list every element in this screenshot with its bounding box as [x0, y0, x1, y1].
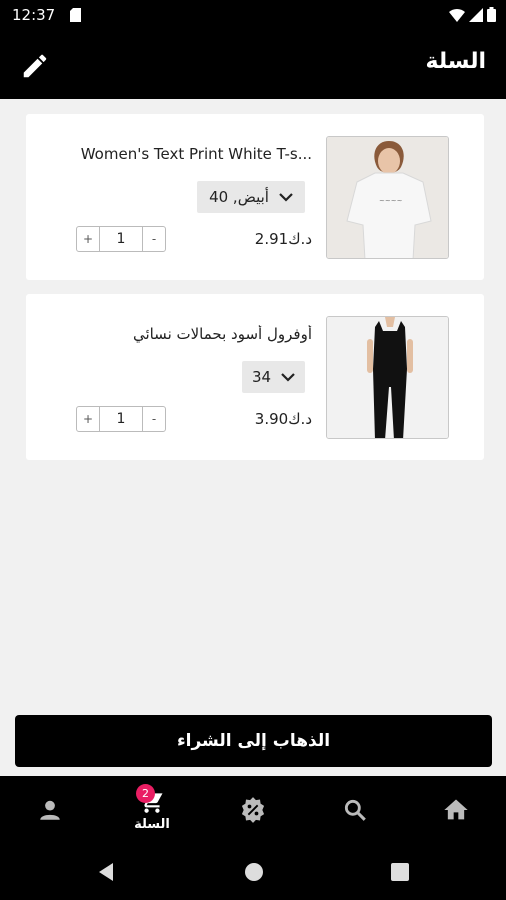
nav-home[interactable]	[406, 776, 506, 844]
home-icon	[444, 799, 468, 820]
page-title: السلة	[425, 49, 486, 74]
cart-badge: 2	[136, 784, 155, 803]
recents-icon[interactable]	[390, 862, 410, 882]
tshirt-photo: ~~~~	[327, 137, 448, 258]
quantity-stepper: + 1 -	[76, 226, 166, 252]
home-circle-icon[interactable]	[243, 861, 265, 883]
profile-icon	[40, 800, 60, 820]
decrease-quantity-button[interactable]: -	[143, 407, 165, 431]
cart-item: أوفرول أسود بحمالات نسائي 34 د.ك3.90 + 1…	[26, 294, 484, 460]
variant-selector[interactable]: أبيض, 40	[197, 181, 305, 213]
back-icon[interactable]	[95, 861, 117, 883]
edit-button[interactable]	[20, 51, 50, 81]
discount-icon	[241, 797, 265, 823]
system-navigation	[0, 844, 506, 900]
quantity-value[interactable]: 1	[99, 407, 143, 431]
product-image[interactable]	[326, 316, 449, 439]
cart-item: ~~~~ Women's Text Print White T-s... أبي…	[26, 114, 484, 280]
decrease-quantity-button[interactable]: -	[143, 227, 165, 251]
nav-search[interactable]	[305, 776, 405, 844]
increase-quantity-button[interactable]: +	[77, 407, 99, 431]
increase-quantity-button[interactable]: +	[77, 227, 99, 251]
battery-icon	[487, 7, 496, 22]
wifi-icon	[449, 8, 465, 22]
status-icons	[449, 7, 496, 22]
chevron-down-icon	[279, 193, 293, 202]
nav-profile[interactable]	[0, 776, 100, 844]
variant-selector[interactable]: 34	[242, 361, 305, 393]
overall-photo	[327, 317, 448, 438]
nav-cart-label: السلة	[134, 816, 170, 832]
product-title[interactable]: Women's Text Print White T-s...	[52, 145, 312, 163]
signal-icon	[469, 7, 483, 22]
status-bar: 12:37	[0, 0, 506, 31]
status-time: 12:37	[12, 6, 56, 24]
quantity-value[interactable]: 1	[99, 227, 143, 251]
app-bar: السلة	[0, 31, 506, 99]
chevron-down-icon	[281, 373, 295, 382]
variant-value: أبيض, 40	[209, 188, 269, 206]
product-price: د.ك2.91	[254, 230, 312, 248]
search-icon	[344, 799, 366, 821]
variant-value: 34	[251, 368, 272, 386]
bottom-navigation: 2 السلة	[0, 776, 506, 844]
product-title[interactable]: أوفرول أسود بحمالات نسائي	[52, 325, 312, 343]
quantity-stepper: + 1 -	[76, 406, 166, 432]
nav-offers[interactable]	[203, 776, 303, 844]
product-price: د.ك3.90	[254, 410, 312, 428]
product-image[interactable]: ~~~~	[326, 136, 449, 259]
checkout-button[interactable]: الذهاب إلى الشراء	[15, 715, 492, 767]
pencil-icon	[23, 54, 47, 78]
svg-text:~~~~: ~~~~	[379, 197, 403, 205]
sd-card-icon	[70, 8, 81, 22]
nav-cart[interactable]: 2 السلة	[102, 776, 202, 844]
